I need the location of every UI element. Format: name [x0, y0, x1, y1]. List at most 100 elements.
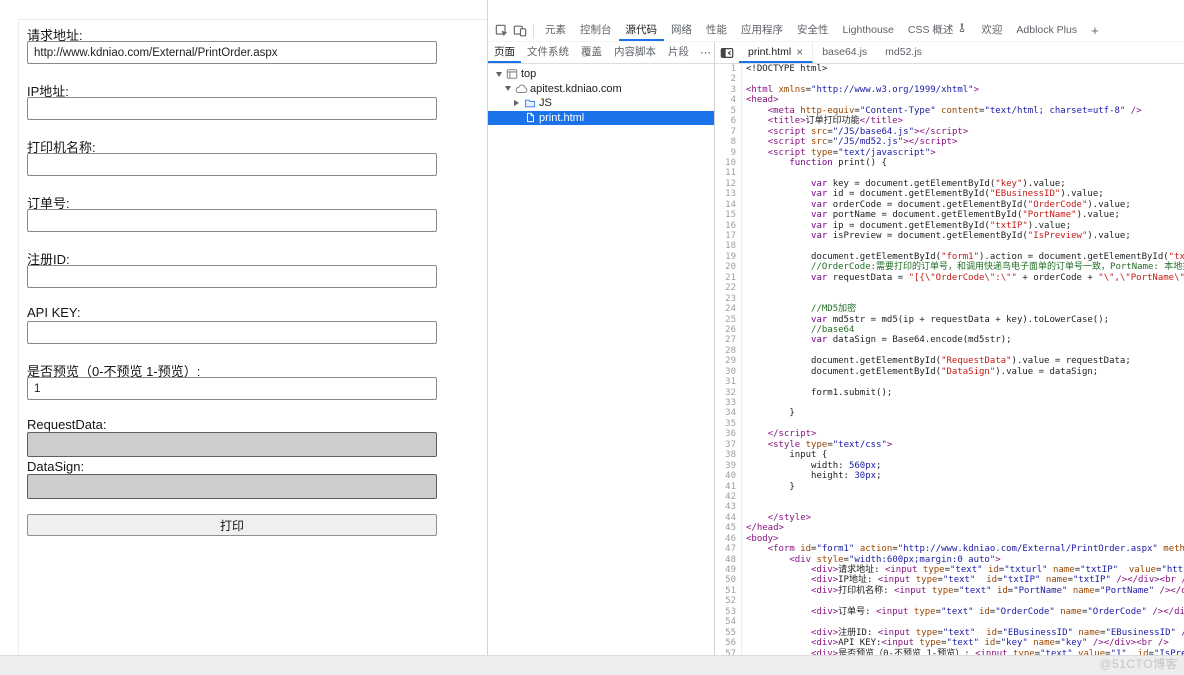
tab-元素[interactable]: 元素 [538, 20, 573, 41]
line-number[interactable]: 28 [716, 345, 742, 357]
line-number[interactable]: 25 [716, 314, 742, 325]
line-number[interactable]: 50 [716, 575, 742, 586]
line-number[interactable]: 27 [716, 335, 742, 346]
line-number[interactable]: 15 [716, 210, 742, 221]
line-number[interactable]: 35 [716, 418, 742, 430]
tab-欢迎[interactable]: 欢迎 [974, 20, 1009, 41]
expander-open-icon[interactable] [493, 72, 504, 77]
tab-CSS 概述[interactable]: CSS 概述 [901, 20, 975, 41]
line-number[interactable]: 41 [716, 481, 742, 492]
more-tabs-icon[interactable]: ⋯ [695, 42, 717, 63]
line-number[interactable]: 12 [716, 178, 742, 190]
line-number[interactable]: 30 [716, 366, 742, 378]
subtab-文件系统[interactable]: 文件系统 [521, 42, 575, 63]
tab-网络[interactable]: 网络 [664, 20, 699, 41]
line-number[interactable]: 26 [716, 324, 742, 336]
tree-item-print.html[interactable]: print.html [488, 110, 714, 125]
line-number[interactable]: 47 [716, 544, 742, 555]
line-number[interactable]: 34 [716, 408, 742, 419]
editor-tab-print.html[interactable]: print.html × [739, 42, 814, 63]
line-number[interactable]: 16 [716, 220, 742, 231]
line-number[interactable]: 11 [716, 168, 742, 179]
line-number[interactable]: 7 [716, 126, 742, 138]
tab-性能[interactable]: 性能 [699, 20, 734, 41]
line-number[interactable]: 9 [716, 147, 742, 158]
print-button[interactable]: 打印 [27, 514, 437, 536]
line-number[interactable]: 53 [716, 606, 742, 618]
line-number[interactable]: 22 [716, 283, 742, 294]
line-number[interactable]: 40 [716, 471, 742, 482]
line-number[interactable]: 18 [716, 241, 742, 252]
line-number[interactable]: 5 [716, 105, 742, 117]
device-toolbar-icon[interactable] [511, 22, 529, 40]
line-number[interactable]: 4 [716, 95, 742, 106]
line-number[interactable]: 3 [716, 84, 742, 96]
line-number[interactable]: 55 [716, 627, 742, 639]
file-icon [522, 112, 538, 123]
tree-item-top[interactable]: top [488, 67, 714, 82]
line-number[interactable]: 20 [716, 262, 742, 273]
input-OrderCode[interactable] [27, 209, 437, 232]
line-number[interactable]: 21 [716, 272, 742, 284]
line-number[interactable]: 43 [716, 502, 742, 513]
tab-控制台[interactable]: 控制台 [573, 20, 619, 41]
tab-源代码[interactable]: 源代码 [618, 20, 664, 41]
line-number[interactable]: 13 [716, 189, 742, 200]
inspect-element-icon[interactable] [493, 22, 511, 40]
line-number[interactable]: 52 [716, 596, 742, 607]
line-number[interactable]: 56 [716, 638, 742, 649]
editor-tab-base64.js[interactable]: base64.js [813, 42, 876, 63]
line-number[interactable]: 19 [716, 251, 742, 263]
line-number[interactable]: 46 [716, 533, 742, 545]
line-number[interactable]: 17 [716, 231, 742, 242]
tree-item-apitest.kdniao.com[interactable]: apitest.kdniao.com [488, 82, 714, 97]
line-number[interactable]: 2 [716, 74, 742, 85]
tree-item-JS[interactable]: JS [488, 96, 714, 111]
input-RequestData[interactable] [27, 432, 437, 457]
line-number[interactable]: 37 [716, 439, 742, 451]
subtab-页面[interactable]: 页面 [488, 42, 521, 63]
line-number[interactable]: 1 [716, 64, 742, 75]
input-IsPreview[interactable] [27, 377, 437, 400]
line-number[interactable]: 42 [716, 491, 742, 503]
tab-安全性[interactable]: 安全性 [790, 20, 836, 41]
input-DataSign[interactable] [27, 474, 437, 499]
expander-open-icon[interactable] [502, 86, 513, 91]
subtab-内容脚本[interactable]: 内容脚本 [608, 42, 662, 63]
line-number[interactable]: 8 [716, 137, 742, 148]
tab-Lighthouse[interactable]: Lighthouse [836, 20, 901, 41]
line-number[interactable]: 45 [716, 523, 742, 534]
input-txtIP[interactable] [27, 97, 437, 120]
line-number[interactable]: 23 [716, 293, 742, 305]
line-number[interactable]: 39 [716, 460, 742, 472]
code-text: </script> [767, 429, 817, 440]
line-number[interactable]: 36 [716, 429, 742, 440]
input-PortName[interactable] [27, 153, 437, 176]
line-number[interactable]: 51 [716, 585, 742, 597]
tab-应用程序[interactable]: 应用程序 [734, 20, 790, 41]
line-number[interactable]: 10 [716, 157, 742, 169]
line-number[interactable]: 54 [716, 617, 742, 628]
line-number[interactable]: 49 [716, 565, 742, 576]
input-txturl[interactable] [27, 41, 437, 64]
line-number[interactable]: 6 [716, 116, 742, 127]
line-number[interactable]: 48 [716, 554, 742, 565]
tab-Adblock Plus[interactable]: Adblock Plus [1009, 20, 1084, 41]
subtab-片段[interactable]: 片段 [662, 42, 695, 63]
line-number[interactable]: 24 [716, 304, 742, 315]
navigator-toggle-icon[interactable] [715, 42, 739, 63]
subtab-覆盖[interactable]: 覆盖 [575, 42, 608, 63]
input-EBusinessID[interactable] [27, 265, 437, 288]
line-number[interactable]: 14 [716, 199, 742, 211]
line-number[interactable]: 32 [716, 387, 742, 398]
input-key[interactable] [27, 321, 437, 344]
line-number[interactable]: 38 [716, 450, 742, 461]
line-number[interactable]: 33 [716, 398, 742, 409]
add-tab-icon[interactable]: + [1084, 20, 1106, 41]
editor-tab-md52.js[interactable]: md52.js [876, 42, 931, 63]
line-number[interactable]: 29 [716, 356, 742, 367]
close-icon[interactable]: × [796, 46, 803, 58]
line-number[interactable]: 44 [716, 512, 742, 524]
line-number[interactable]: 31 [716, 377, 742, 388]
expander-closed-icon[interactable] [511, 100, 522, 106]
